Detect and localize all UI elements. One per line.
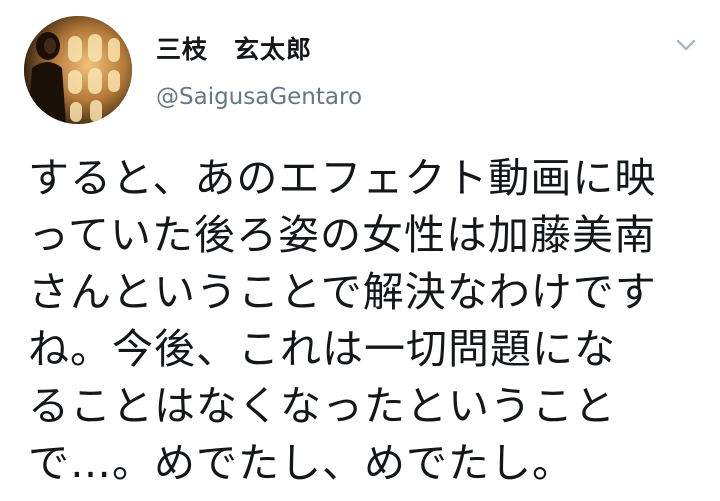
tweet-text: すると、あのエフェクト動画に映 っていた後ろ姿の女性は加藤美南 さんということで… [28,150,708,492]
tweet: 三枝 玄太郎 @SaigusaGentaro すると、あのエフェクト動画に映 っ… [0,0,720,501]
tweet-text-line: すると、あのエフェクト動画に映 [28,154,657,202]
avatar[interactable] [24,16,132,124]
profile-photo [24,16,132,124]
author-handle[interactable]: @SaigusaGentaro [156,84,362,110]
tweet-text-line: ね。今後、これは一切問題にな [28,325,616,373]
tweet-text-line: ることはなくなったということ [28,382,616,430]
tweet-text-line: さんということで解決なわけです [28,268,657,316]
chevron-down-icon[interactable] [674,36,698,54]
tweet-text-line: で…。めでたし、めでたし。 [28,439,574,487]
tweet-text-line: っていた後ろ姿の女性は加藤美南 [28,211,656,259]
author-display-name[interactable]: 三枝 玄太郎 [156,30,312,66]
